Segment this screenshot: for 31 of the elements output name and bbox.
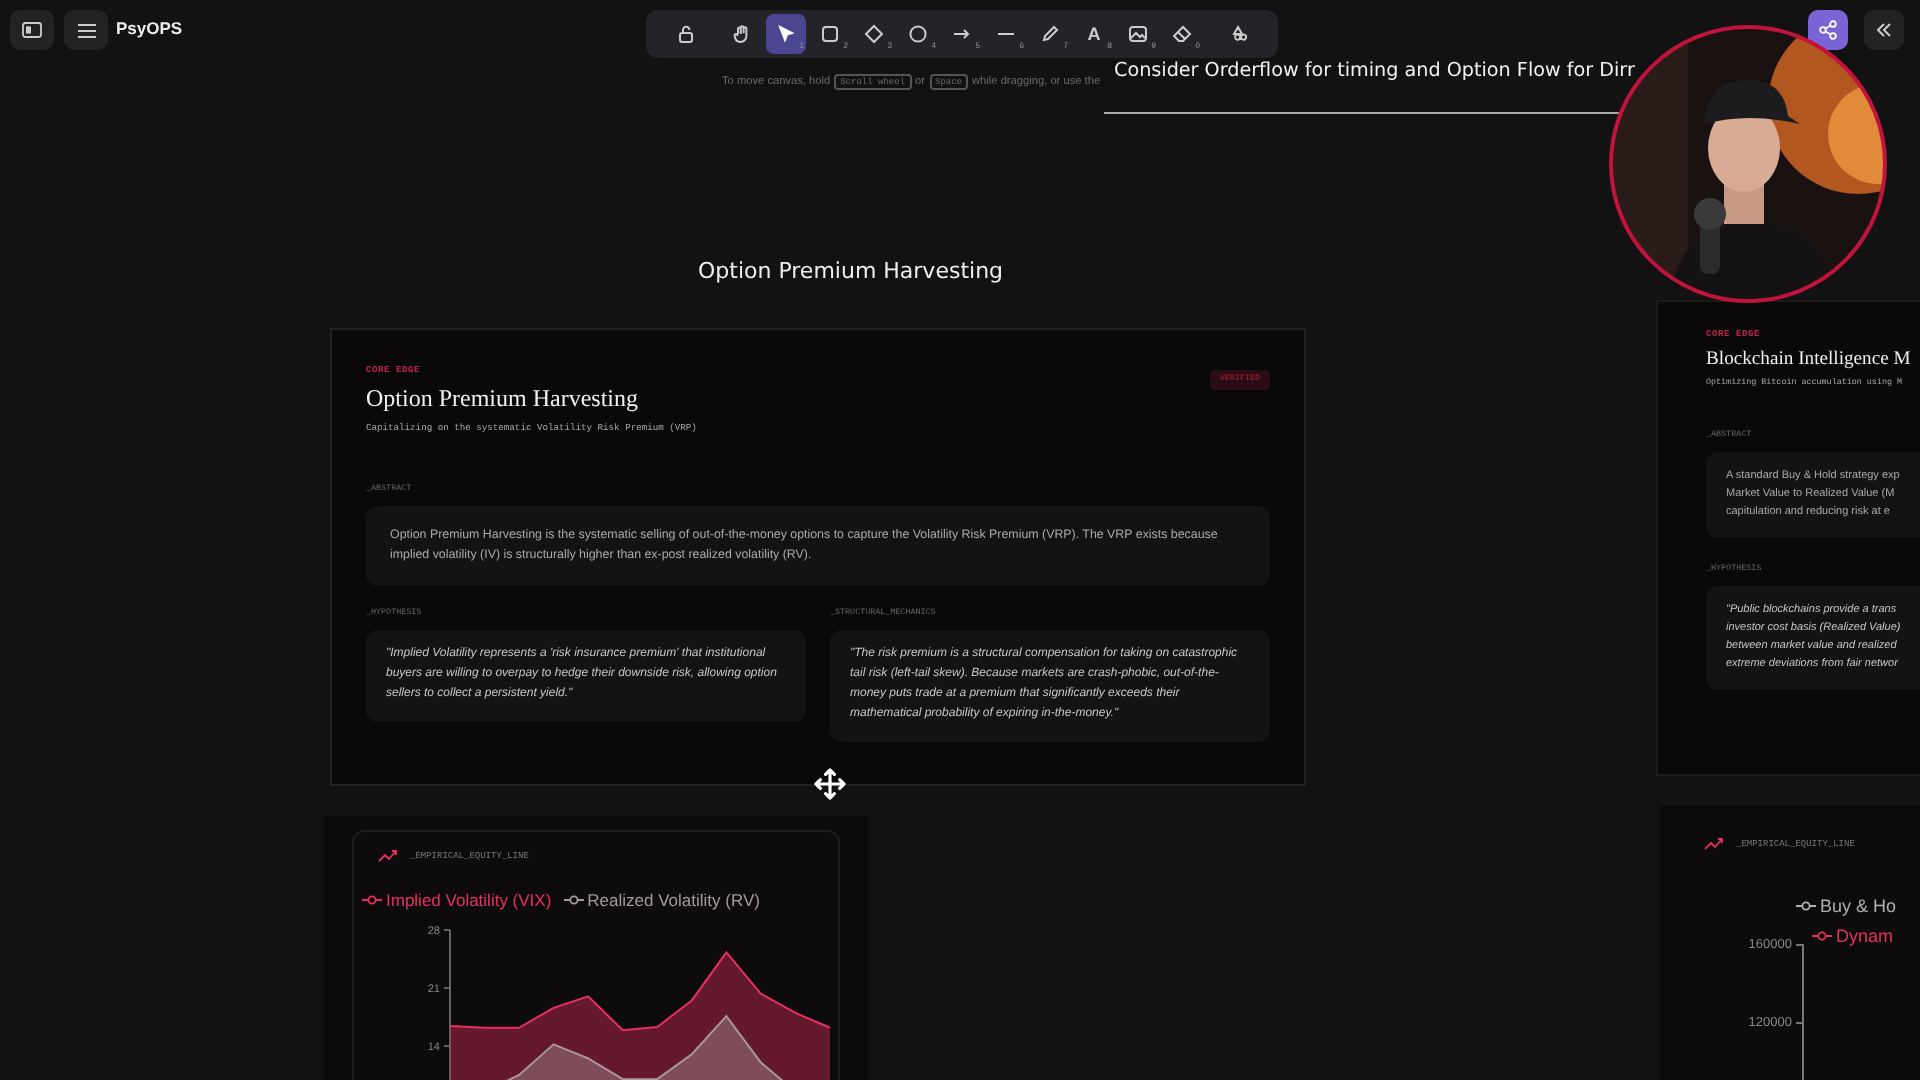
sidebar-icon	[22, 22, 42, 38]
arrow-icon	[952, 24, 972, 44]
handwritten-note: Consider Orderflow for timing and Option Flow for Dirr	[1114, 60, 1635, 82]
card-title: Blockchain Intelligence M	[1706, 348, 1911, 370]
menu-icon	[77, 23, 95, 37]
move-cursor-icon	[814, 768, 846, 800]
legend-label: Realized Volatility (RV)	[587, 890, 760, 910]
diamond-icon	[864, 24, 884, 44]
image-icon	[1128, 24, 1148, 44]
ellipse-icon	[908, 24, 928, 44]
legend-label: Buy & Ho	[1820, 896, 1897, 916]
legend-label: Implied Volatility (VIX)	[386, 890, 552, 910]
pointer-icon	[776, 24, 796, 44]
app-title: PsyOPS	[116, 18, 183, 38]
collapse-button[interactable]	[1864, 10, 1904, 50]
canvas-title: Option Premium Harvesting	[698, 258, 1004, 284]
rectangle-icon	[820, 24, 840, 44]
chevrons-left-icon	[1874, 20, 1894, 40]
trend-icon	[1704, 838, 1724, 850]
share-icon	[1818, 20, 1838, 40]
sidebar-toggle-button[interactable]	[10, 10, 54, 50]
eraser-icon	[1172, 24, 1192, 44]
lock-icon	[676, 24, 696, 44]
pencil-icon	[1040, 24, 1060, 44]
legend-label: Dynam	[1836, 926, 1894, 946]
trend-icon	[378, 850, 398, 862]
card-title: Option Premium Harvesting	[366, 384, 640, 414]
hand-icon	[732, 24, 752, 44]
menu-button[interactable]	[64, 10, 108, 50]
share-button[interactable]	[1808, 10, 1848, 50]
shapes-icon	[1228, 24, 1248, 44]
